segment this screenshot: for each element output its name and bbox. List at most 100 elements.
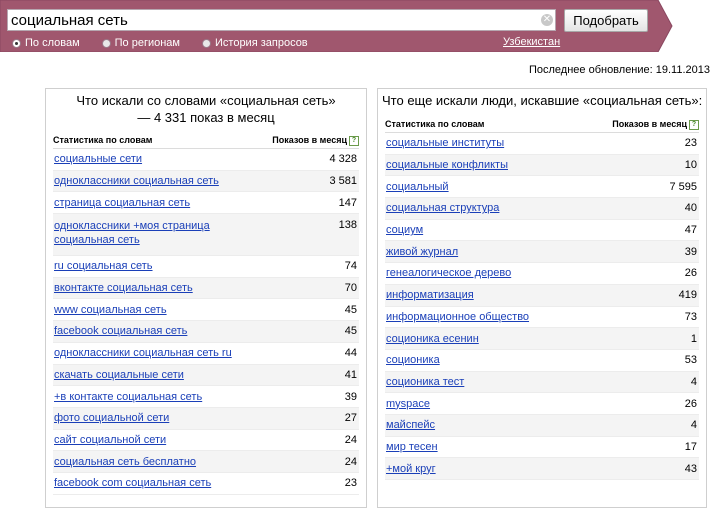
table-row: социальные институты 23 [385,133,699,155]
keyword-link[interactable]: социальная сеть бесплатно [54,456,196,468]
help-icon[interactable]: ? [689,119,699,130]
table-row: скачать социальные сети 41 [53,364,359,387]
panel-title: Что искали со словами «социальная сеть» … [76,93,336,125]
table-row: социальные конфликты 10 [385,154,699,177]
impressions-count: 4 [690,375,697,388]
impressions-count: 45 [344,303,357,316]
impressions-count: 147 [338,196,357,209]
keyword-link[interactable]: myspace [386,398,430,410]
mode-history[interactable]: История запросов [202,37,308,49]
panel-title: Что еще искали люди, искавшие «социальна… [382,93,703,108]
impressions-count: 41 [344,368,357,381]
impressions-count: 27 [344,412,357,425]
impressions-count: 23 [344,477,357,490]
impressions-count: 73 [684,310,697,323]
keyword-link[interactable]: социальные конфликты [386,159,508,171]
table-row: одноклассники социальная сеть 3 581 [53,170,359,193]
keyword-link[interactable]: социальные сети [54,153,142,165]
related-words-panel: Что искали со словами «социальная сеть» … [45,88,367,508]
table-row: myspace 26 [385,393,699,415]
keyword-link[interactable]: информационное общество [386,311,529,323]
keyword-link[interactable]: социальные институты [386,137,504,149]
keyword-link[interactable]: мир тесен [386,441,438,453]
keyword-link[interactable]: +мой круг [386,463,436,475]
radio-icon[interactable] [12,38,21,48]
search-input[interactable] [7,9,556,31]
keyword-link[interactable]: майспейс [386,419,435,431]
keyword-link[interactable]: социум [386,224,423,236]
keyword-link[interactable]: ru социальная сеть [54,260,153,272]
table-row: соционика тест 4 [385,371,699,394]
radio-icon[interactable] [202,38,211,48]
impressions-count: 23 [684,137,697,150]
keyword-link[interactable]: одноклассники +моя страница социальная с… [54,219,224,247]
keyword-link[interactable]: социальная структура [386,202,499,214]
keyword-link[interactable]: сайт социальной сети [54,434,166,446]
help-icon[interactable]: ? [349,135,359,146]
mode-by-regions[interactable]: По регионам [101,37,180,49]
keyword-link[interactable]: www социальная сеть [54,304,167,316]
keyword-link[interactable]: страница социальная сеть [54,197,190,209]
stats-table: Статистика по словам Показов в месяц? со… [53,132,359,495]
last-updated: Последнее обновление: 19.11.2013 [528,64,710,76]
region-link[interactable]: Узбекистан [503,36,560,48]
submit-button[interactable]: Подобрать [564,9,648,32]
table-row: вконтакте социальная сеть 70 [53,277,359,300]
impressions-count: 419 [678,289,697,302]
impressions-count: 4 [690,419,697,432]
impressions-count: 47 [684,224,697,237]
keyword-link[interactable]: социальный [386,181,449,193]
table-row: социальная структура 40 [385,198,699,220]
impressions-count: 138 [338,219,357,232]
column-phrase-header: Статистика по словам [385,119,485,129]
keyword-link[interactable]: генеалогическое дерево [386,267,511,279]
table-row: социальная сеть бесплатно 24 [53,451,359,473]
impressions-count: 26 [684,267,697,280]
table-row: facebook com социальная сеть 23 [53,473,359,495]
mode-label: По словам [25,37,80,49]
clear-icon[interactable]: ✕ [541,14,553,26]
impressions-count: 43 [684,462,697,475]
keyword-link[interactable]: соционика тест [386,376,464,388]
column-count-label: Показов в месяц [272,135,347,145]
keyword-link[interactable]: facebook социальная сеть [54,325,187,337]
table-row: ru социальная сеть 74 [53,256,359,278]
keyword-link[interactable]: скачать социальные сети [54,369,184,381]
table-row: майспейс 4 [385,414,699,437]
keyword-link[interactable]: facebook com социальная сеть [54,477,211,489]
keyword-link[interactable]: информатизация [386,289,474,301]
impressions-count: 39 [344,390,357,403]
keyword-link[interactable]: одноклассники социальная сеть [54,175,219,187]
keyword-link[interactable]: одноклассники социальная сеть ru [54,347,232,359]
search-header: ✕ Подобрать По словам По регионам Истори… [0,0,715,52]
table-body: социальные сети 4 328 одноклассники социал… [53,149,359,495]
column-count-header: Показов в месяц? [612,116,699,132]
mode-label: История запросов [215,37,308,49]
keyword-link[interactable]: живой журнал [386,246,458,258]
search-mode-group: По словам По регионам История запросов [12,36,330,50]
impressions-count: 3 581 [329,175,357,188]
table-row: +в контакте социальная сеть 39 [53,386,359,408]
table-header: Статистика по словам Показов в месяц? [53,132,359,149]
impressions-count: 40 [684,202,697,215]
table-row: сайт социальной сети 24 [53,430,359,452]
table-row: социальные сети 4 328 [53,149,359,171]
table-row: информатизация 419 [385,284,699,307]
keyword-link[interactable]: фото социальной сети [54,412,169,424]
impressions-count: 39 [684,245,697,258]
column-count-header: Показов в месяц? [272,132,359,148]
keyword-link[interactable]: +в контакте социальная сеть [54,391,202,403]
radio-icon[interactable] [101,38,111,48]
keyword-link[interactable]: соционика [386,354,440,366]
keyword-link[interactable]: соционика есенин [386,333,479,345]
impressions-count: 53 [684,354,697,367]
impressions-count: 24 [344,455,357,468]
also-searched-panel: Что еще искали люди, искавшие «социальна… [377,88,707,508]
keyword-link[interactable]: вконтакте социальная сеть [54,282,193,294]
column-phrase-header: Статистика по словам [53,135,153,145]
mode-by-words[interactable]: По словам [12,37,80,49]
table-row: www социальная сеть 45 [53,299,359,322]
impressions-count: 7 595 [669,180,697,193]
table-row: соционика 53 [385,350,699,372]
table-row: +мой круг 43 [385,458,699,480]
